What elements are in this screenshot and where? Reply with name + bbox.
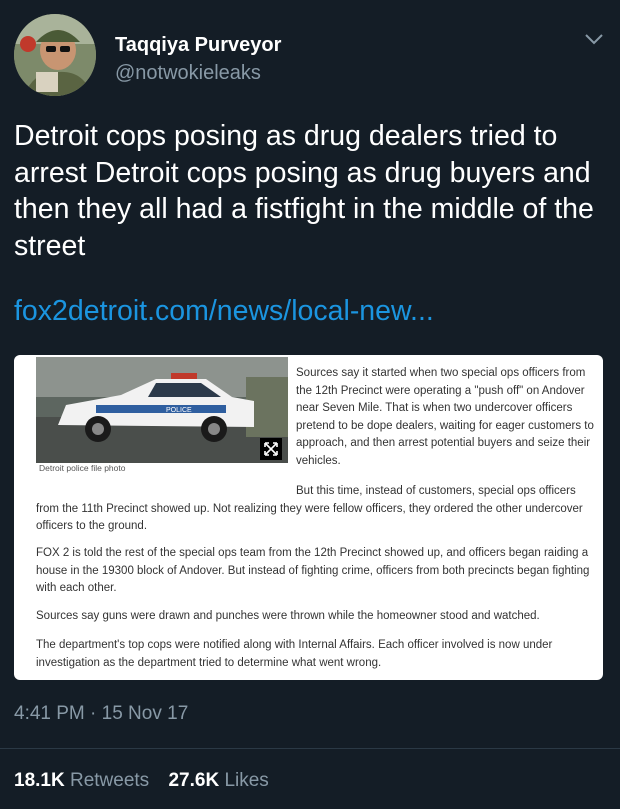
user-handle[interactable]: @notwokieleaks xyxy=(115,62,261,85)
article-paragraph: Sources say it started when two special … xyxy=(296,367,594,467)
tweet-header: Taqqiya Purveyor @notwokieleaks xyxy=(14,14,606,98)
retweets-count: 18.1K xyxy=(14,770,65,791)
police-car-photo[interactable]: POLICE xyxy=(36,357,288,463)
likes-count: 27.6K xyxy=(168,770,220,791)
divider xyxy=(0,748,620,749)
retweets-stat[interactable]: 18.1K Retweets xyxy=(14,770,149,792)
chevron-down-icon[interactable] xyxy=(584,32,604,46)
article-paragraph: FOX 2 is told the rest of the special op… xyxy=(36,547,590,594)
article-paragraph: The department's top cops were notified … xyxy=(36,639,553,669)
tweet-link[interactable]: fox2detroit.com/news/local-new... xyxy=(14,295,434,328)
display-name[interactable]: Taqqiya Purveyor xyxy=(115,34,281,57)
likes-stat[interactable]: 27.6K Likes xyxy=(168,770,268,792)
article-paragraph: Sources say guns were drawn and punches … xyxy=(36,610,540,622)
article-image-card[interactable]: POLICE Detroit police file photo Sources… xyxy=(14,355,603,680)
photo-caption: Detroit police file photo xyxy=(39,463,126,473)
likes-label: Likes xyxy=(224,770,269,791)
avatar[interactable] xyxy=(14,14,96,96)
engagement-stats: 18.1K Retweets 27.6K Likes xyxy=(14,770,283,792)
expand-icon[interactable] xyxy=(260,438,282,460)
car-police-text: POLICE xyxy=(166,407,192,414)
tweet-timestamp[interactable]: 4:41 PM · 15 Nov 17 xyxy=(14,703,188,725)
retweets-label: Retweets xyxy=(69,770,150,791)
tweet-text: Detroit cops posing as drug dealers trie… xyxy=(14,120,602,262)
article-paragraph: But this time, instead of customers, spe… xyxy=(36,485,583,532)
